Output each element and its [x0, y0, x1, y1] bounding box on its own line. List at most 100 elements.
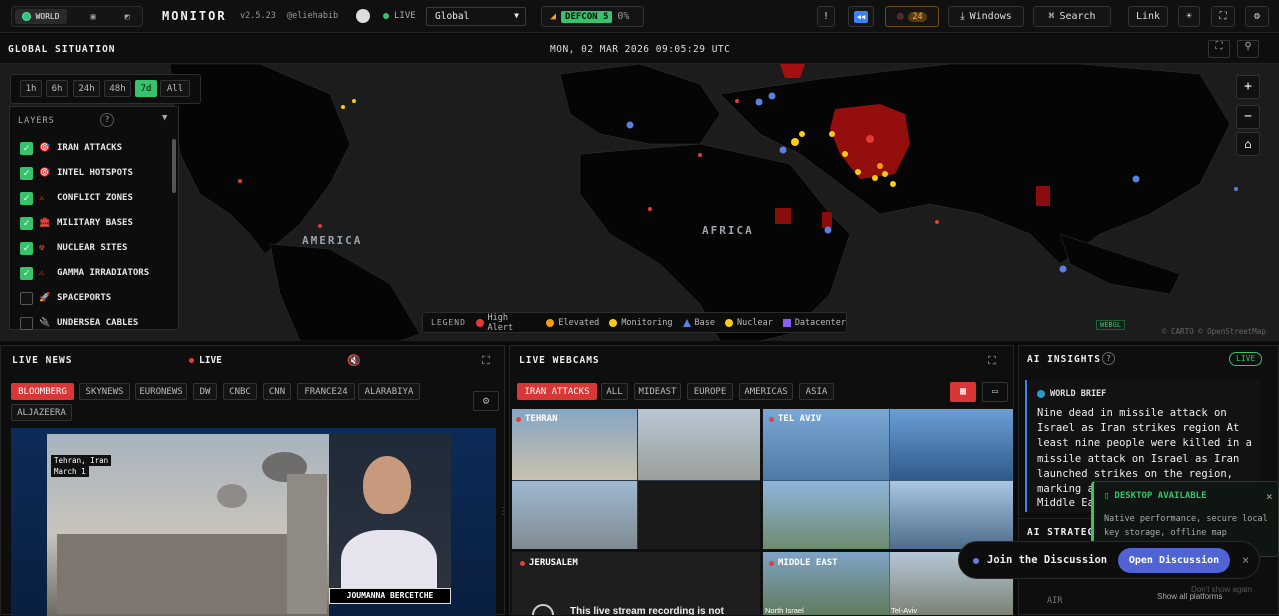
layer-military-bases[interactable]: ✓ 🏛 MILITARY BASES [20, 214, 133, 232]
region-select[interactable]: Global ▼ [426, 7, 526, 26]
webcam-filter-iran-attacks[interactable]: IRAN ATTACKS [517, 383, 597, 400]
single-view-button[interactable]: ▭ [982, 382, 1008, 402]
zoom-out-button[interactable]: − [1236, 105, 1260, 129]
layer-iran-attacks[interactable]: ✓ 🎯 IRAN ATTACKS [20, 139, 122, 157]
legend-title: LEGEND [431, 318, 466, 327]
layer-spaceports[interactable]: 🚀 SPACEPORTS [20, 289, 111, 307]
alerts-button[interactable]: ◎ 24 [885, 6, 939, 27]
fullscreen-button[interactable]: ⛶ [1211, 6, 1235, 27]
resize-handle[interactable]: ⋮ [498, 506, 508, 517]
time-filter-all[interactable]: All [160, 80, 190, 97]
map-attribution[interactable]: © CARTO © OpenStreetMap [1162, 327, 1266, 336]
home-button[interactable]: ⌂ [1236, 132, 1260, 156]
mute-icon[interactable]: 🔇 [347, 354, 361, 367]
info-button[interactable]: ! [817, 6, 835, 27]
grid-view-button[interactable]: ▦ [950, 382, 976, 402]
cam-telaviv[interactable]: TEL AVIV [762, 408, 1014, 550]
cam-jerusalem-label: JERUSALEM [520, 558, 578, 568]
channel-aljazeera[interactable]: ALJAZEERA [11, 404, 72, 421]
checkbox-icon[interactable]: ✓ [20, 266, 33, 280]
channel-bloomberg[interactable]: BLOOMBERG [11, 383, 74, 400]
legend-label: Nuclear [736, 317, 773, 328]
expand-icon[interactable]: ⛶ [988, 354, 996, 368]
news-settings-button[interactable]: ⚙ [473, 391, 499, 411]
webcam-filter-europe[interactable]: EUROPE [687, 383, 733, 400]
zoom-in-button[interactable]: + [1236, 75, 1260, 99]
download-icon: ⤓ [960, 11, 965, 22]
situation-pin-button[interactable]: ⚲ [1237, 40, 1259, 58]
view-desktop-button[interactable]: ▣ [82, 9, 104, 24]
view-world-button[interactable]: WORLD [15, 9, 67, 24]
checkbox-icon[interactable] [20, 316, 33, 330]
defcon-indicator[interactable]: ◢ DEFCON 5 0% [541, 6, 644, 27]
webcam-filter-all[interactable]: ALL [601, 383, 628, 400]
time-filter-7d[interactable]: 7d [135, 80, 157, 97]
theme-toggle-button[interactable]: ☀ [1178, 6, 1200, 27]
checkbox-icon[interactable]: ✓ [20, 191, 33, 205]
webcam-filter-americas[interactable]: AMERICAS [739, 383, 793, 400]
cam-jerusalem[interactable]: JERUSALEM This live stream recording is … [511, 551, 761, 616]
news-video[interactable]: Tehran, Iran March 1 JOUMANNA BERCETCHE [11, 428, 496, 616]
world-map[interactable]: 1h 6h 24h 48h 7d All LAYERS ? ▼ ✓ 🎯 IRAN ATTACK… [0, 34, 1279, 341]
layer-icon: ⚠ [39, 268, 45, 278]
info-icon: ! [822, 11, 830, 22]
ai-help-button[interactable]: ? [1102, 352, 1115, 365]
time-filter-48h[interactable]: 48h [104, 80, 131, 97]
checkbox-icon[interactable]: ✓ [20, 141, 33, 155]
search-button[interactable]: ⌘ Search [1033, 6, 1111, 27]
layer-nuclear-sites[interactable]: ✓ ☢ NUCLEAR SITES [20, 239, 127, 257]
settings-button[interactable]: ⚙ [1245, 6, 1269, 27]
checkbox-icon[interactable] [20, 291, 33, 305]
checkbox-icon[interactable]: ✓ [20, 166, 33, 180]
channel-cnbc[interactable]: CNBC [223, 383, 257, 400]
layers-help-button[interactable]: ? [100, 113, 114, 127]
layer-intel-hotspots[interactable]: ✓ 🎯 INTEL HOTSPOTS [20, 164, 133, 182]
layer-conflict-zones[interactable]: ✓ ⚔ CONFLICT ZONES [20, 189, 133, 207]
layer-gamma-irradiators[interactable]: ✓ ⚠ GAMMA IRRADIATORS [20, 264, 149, 282]
layers-scrollbar[interactable] [172, 139, 176, 193]
grid-icon: ▦ [959, 386, 967, 397]
channel-euronews[interactable]: EURONEWS [135, 383, 187, 400]
checkbox-icon[interactable]: ✓ [20, 216, 33, 230]
cam-tehran[interactable]: TEHRAN [511, 408, 761, 550]
show-all-platforms-link[interactable]: Show all platforms [1157, 592, 1222, 601]
world-brief-header: WORLD BRIEF [1037, 389, 1106, 399]
playback-button[interactable]: ◀◀ [848, 6, 874, 27]
legend-label: High Alert [487, 312, 514, 333]
layer-icon: 🎯 [39, 143, 51, 153]
expand-icon[interactable]: ⛶ [482, 354, 490, 368]
layer-undersea-cables[interactable]: 🔌 UNDERSEA CABLES [20, 314, 138, 332]
view-chart-button[interactable]: ◩ [116, 9, 138, 24]
live-news-title: LIVE NEWS [12, 355, 73, 366]
tel-aviv-caption: Tel-Aviv [891, 606, 918, 615]
windows-download-button[interactable]: ⤓ Windows [948, 6, 1024, 27]
region-select-value: Global [435, 11, 470, 22]
channel-skynews[interactable]: SKYNEWS [79, 383, 130, 400]
time-filter-24h[interactable]: 24h [73, 80, 100, 97]
webcam-filter-asia[interactable]: ASIA [799, 383, 834, 400]
desktop-toast-close[interactable]: × [1266, 490, 1273, 503]
channel-dw[interactable]: DW [193, 383, 217, 400]
situation-expand-button[interactable]: ⛶ [1208, 40, 1230, 58]
label-america: AMERICA [302, 234, 363, 247]
live-news-panel: LIVE NEWS LIVE 🔇 ⛶ BLOOMBERG SKYNEWS EURON… [0, 345, 505, 616]
discussion-close[interactable]: × [1242, 553, 1249, 567]
github-icon[interactable] [356, 9, 370, 23]
open-discussion-button[interactable]: Open Discussion [1118, 548, 1230, 573]
live-dot-icon [383, 13, 389, 19]
device-icon: ▯ [1104, 491, 1110, 501]
channel-cnn[interactable]: CNN [263, 383, 291, 400]
layers-collapse-icon[interactable]: ▼ [162, 113, 167, 123]
time-filter-6h[interactable]: 6h [46, 80, 68, 97]
channel-france24[interactable]: FRANCE24 [297, 383, 355, 400]
video-anchor-name: JOUMANNA BERCETCHE [329, 588, 451, 604]
discussion-prompt: Join the Discussion Open Discussion × [958, 541, 1260, 579]
channel-alarabiya[interactable]: ALARABIYA [358, 383, 420, 400]
north-israel-caption: North Israel [765, 606, 804, 615]
checkbox-icon[interactable]: ✓ [20, 241, 33, 255]
author-link[interactable]: @eliehabib [287, 11, 338, 21]
situation-datetime: MON, 02 MAR 2026 09:05:29 UTC [550, 44, 731, 55]
webcam-filter-mideast[interactable]: MIDEAST [634, 383, 681, 400]
link-button[interactable]: Link [1128, 6, 1168, 27]
time-filter-1h[interactable]: 1h [20, 80, 42, 97]
